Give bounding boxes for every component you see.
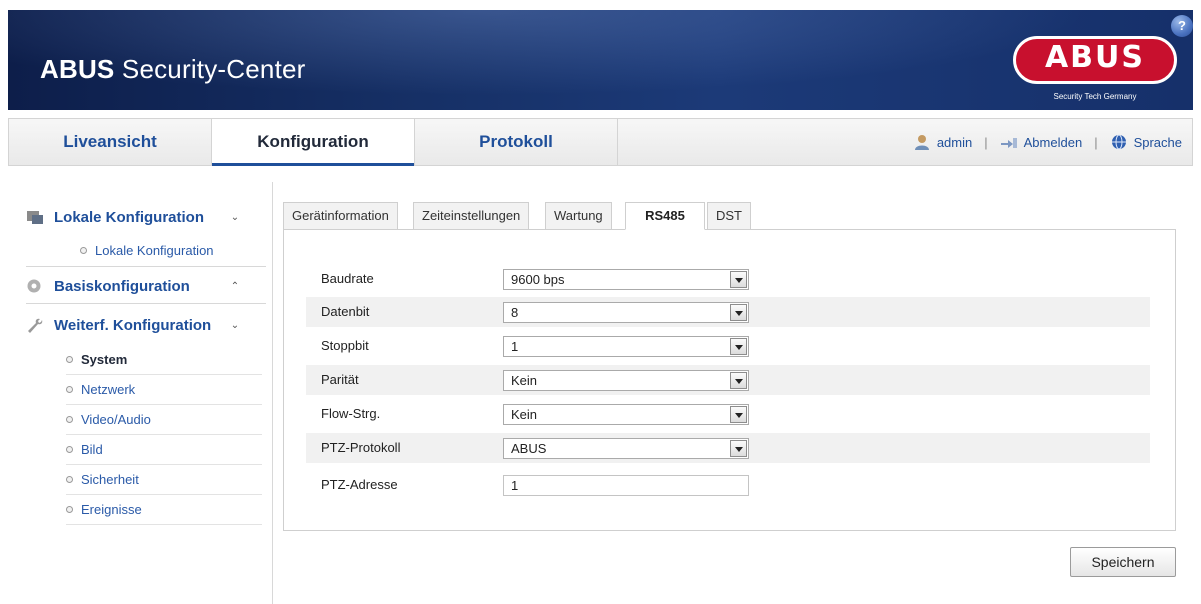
logo-tagline: Security Tech Germany [1053,92,1137,101]
base-config-icon [27,279,41,293]
logout-link[interactable]: Abmelden [1024,135,1083,150]
field-row-datenbit: Datenbit 8 [306,297,1150,327]
sidebar-item-netzwerk[interactable]: Netzwerk [66,375,262,405]
input-value: 1 [511,478,519,493]
sidebar-item-label: Sicherheit [81,472,139,487]
globe-icon [1111,134,1126,150]
tab-geraetinformation[interactable]: Gerätinformation [283,202,398,230]
paritaet-select[interactable]: Kein [503,370,749,391]
select-value: Kein [511,373,538,388]
nav-separator: | [984,134,988,150]
dropdown-arrow-icon[interactable] [730,271,747,288]
nav-tab-liveansicht[interactable]: Liveansicht [9,119,212,165]
logo-word: ABUS [1044,40,1146,75]
sidebar-group-label: Basiskonfiguration [54,277,190,295]
local-config-icon [27,211,43,224]
app-title-brand: ABUS [40,54,115,84]
chevron-up-icon: ⌃ [230,280,240,292]
language-link[interactable]: Sprache [1134,135,1182,150]
tab-dst[interactable]: DST [707,202,751,230]
field-row-stoppbit: Stoppbit 1 [306,331,1150,361]
header-banner: ABUS Security-Center ABUS Security Tech … [8,10,1193,110]
tab-rs485[interactable]: RS485 [625,202,705,230]
save-button[interactable]: Speichern [1070,547,1176,577]
select-value: 8 [511,305,519,320]
bullet-icon [66,446,73,453]
datenbit-select[interactable]: 8 [503,302,749,323]
sidebar-item-lokale-konfiguration[interactable]: Lokale Konfiguration [80,235,276,265]
ptz-adresse-input[interactable]: 1 [503,475,749,496]
sidebar-item-label: Bild [81,442,103,457]
field-label: Parität [321,372,359,387]
sidebar-item-label: Lokale Konfiguration [95,242,214,258]
field-row-ptz-adresse: PTZ-Adresse 1 [306,470,1150,500]
field-label: PTZ-Adresse [321,477,398,492]
select-value: ABUS [511,441,547,456]
field-row-flow-strg: Flow-Strg. Kein [306,399,1150,429]
ptz-protokoll-select[interactable]: ABUS [503,438,749,459]
field-label: PTZ-Protokoll [321,440,401,455]
bullet-icon [66,506,73,513]
dropdown-arrow-icon[interactable] [730,406,747,423]
dropdown-arrow-icon[interactable] [730,304,747,321]
nav-separator-2: | [1094,134,1098,150]
abus-logo: ABUS Security Tech Germany [1013,36,1177,101]
nav-tab-konfiguration[interactable]: Konfiguration [212,119,415,166]
bullet-icon [66,476,73,483]
chevron-down-icon: ⌄ [230,211,240,223]
field-row-baudrate: Baudrate 9600 bps [306,264,1150,294]
field-label: Baudrate [321,271,374,286]
main-nav: Liveansicht Konfiguration Protokoll admi… [8,118,1193,166]
flow-strg-select[interactable]: Kein [503,404,749,425]
sidebar-item-system[interactable]: System [66,345,262,375]
user-name[interactable]: admin [937,135,972,150]
sidebar-item-bild[interactable]: Bild [66,435,262,465]
app-title: ABUS Security-Center [40,54,306,85]
app-root: ABUS Security-Center ABUS Security Tech … [0,0,1201,604]
sidebar-group-weiterf[interactable]: Weiterf. Konfiguration ⌄ [26,310,241,340]
field-label: Datenbit [321,304,370,319]
logout-icon [1000,138,1017,148]
dropdown-arrow-icon[interactable] [730,338,747,355]
sidebar-item-sicherheit[interactable]: Sicherheit [66,465,262,495]
sidebar-group-label: Lokale Konfiguration [54,208,204,226]
bullet-icon [66,356,73,363]
field-label: Stoppbit [321,338,369,353]
app-title-rest: Security-Center [114,54,306,84]
field-row-paritaet: Parität Kein [306,365,1150,395]
tab-zeiteinstellungen[interactable]: Zeiteinstellungen [413,202,530,230]
help-icon[interactable]: ? [1171,15,1193,37]
select-value: Kein [511,407,538,422]
sidebar-group-basis[interactable]: Basiskonfiguration ⌃ [26,271,241,301]
sidebar-item-ereignisse[interactable]: Ereignisse [66,495,262,525]
nav-tab-protokoll[interactable]: Protokoll [415,119,618,165]
sidebar-group-label: Weiterf. Konfiguration [54,316,212,334]
sidebar-item-label: Video/Audio [81,412,151,427]
chevron-down-icon: ⌄ [230,319,240,331]
sidebar-item-label: System [81,352,128,367]
dropdown-arrow-icon[interactable] [730,440,747,457]
bullet-icon [66,416,73,423]
user-icon [914,135,929,150]
sidebar-divider [26,266,266,267]
select-value: 1 [511,339,519,354]
dropdown-arrow-icon[interactable] [730,372,747,389]
sidebar-item-label: Ereignisse [81,502,142,517]
stoppbit-select[interactable]: 1 [503,336,749,357]
bullet-icon [80,246,87,254]
sidebar-group-local[interactable]: Lokale Konfiguration ⌄ [26,202,241,232]
bullet-icon [66,386,73,393]
sidebar-item-video-audio[interactable]: Video/Audio [66,405,262,435]
select-value: 9600 bps [511,272,565,287]
sidebar-divider [26,303,266,304]
baudrate-select[interactable]: 9600 bps [503,269,749,290]
nav-user-area: admin | Abmelden | Sprache [913,119,1182,165]
field-label: Flow-Strg. [321,406,381,421]
field-row-ptz-protokoll: PTZ-Protokoll ABUS [306,433,1150,463]
tab-wartung[interactable]: Wartung [545,202,612,230]
wrench-icon [28,318,43,333]
sidebar-item-label: Netzwerk [81,382,136,397]
